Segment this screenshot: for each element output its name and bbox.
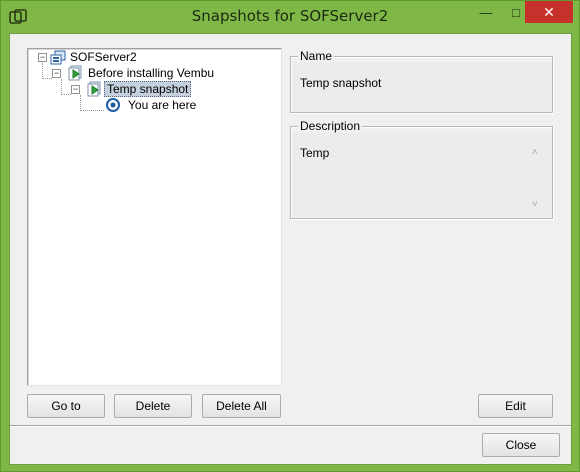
tree-connector [61, 79, 62, 95]
collapse-root-toggle[interactable]: − [38, 53, 47, 62]
close-icon: ✕ [543, 3, 555, 20]
tree-connector [61, 94, 71, 95]
maximize-icon: □ [512, 4, 520, 20]
current-state-icon [106, 98, 120, 112]
dialog-body: − SOFServer2 − Before installing Vembu − [9, 33, 572, 465]
description-field [292, 132, 551, 217]
name-group-title: Name [298, 49, 335, 63]
snapshot-icon [87, 81, 101, 97]
scroll-down-icon[interactable]: ˅ [532, 200, 542, 210]
snapshot-name-value: Temp snapshot [300, 76, 382, 90]
tree-item-label[interactable]: You are here [128, 98, 196, 112]
tree-connector [80, 110, 104, 111]
tree-root-label[interactable]: SOFServer2 [70, 50, 137, 64]
description-group-title: Description [298, 119, 363, 133]
close-button[interactable]: Close [482, 433, 560, 457]
minimize-icon: — [479, 4, 493, 20]
snapshot-icon [68, 65, 82, 81]
edit-button[interactable]: Edit [478, 394, 553, 418]
scroll-up-icon[interactable]: ˄ [532, 148, 542, 158]
description-group: Description Temp ˄ ˅ [290, 119, 553, 219]
snapshot-manager-window: Snapshots for SOFServer2 — □ ✕ − SOFServ… [0, 0, 580, 472]
tree-connector [42, 78, 52, 79]
tree-item-label[interactable]: Before installing Vembu [88, 66, 214, 80]
tree-connector [80, 95, 81, 111]
snapshot-description-value: Temp [300, 146, 330, 160]
close-window-button[interactable]: ✕ [525, 1, 573, 23]
title-bar[interactable]: Snapshots for SOFServer2 — □ ✕ [1, 1, 579, 33]
vm-server-icon [50, 50, 66, 65]
goto-button[interactable]: Go to [27, 394, 105, 418]
snapshot-tree[interactable]: − SOFServer2 − Before installing Vembu − [27, 48, 282, 386]
tree-connector [42, 63, 43, 79]
footer-divider [10, 425, 571, 426]
tree-item-label-selected[interactable]: Temp snapshot [104, 81, 192, 97]
collapse-snapshot-toggle[interactable]: − [52, 69, 61, 78]
name-group: Name Temp snapshot [290, 49, 553, 113]
delete-button[interactable]: Delete [114, 394, 192, 418]
minimize-button[interactable]: — [471, 1, 501, 23]
delete-all-button[interactable]: Delete All [202, 394, 281, 418]
collapse-snapshot-toggle[interactable]: − [71, 85, 80, 94]
